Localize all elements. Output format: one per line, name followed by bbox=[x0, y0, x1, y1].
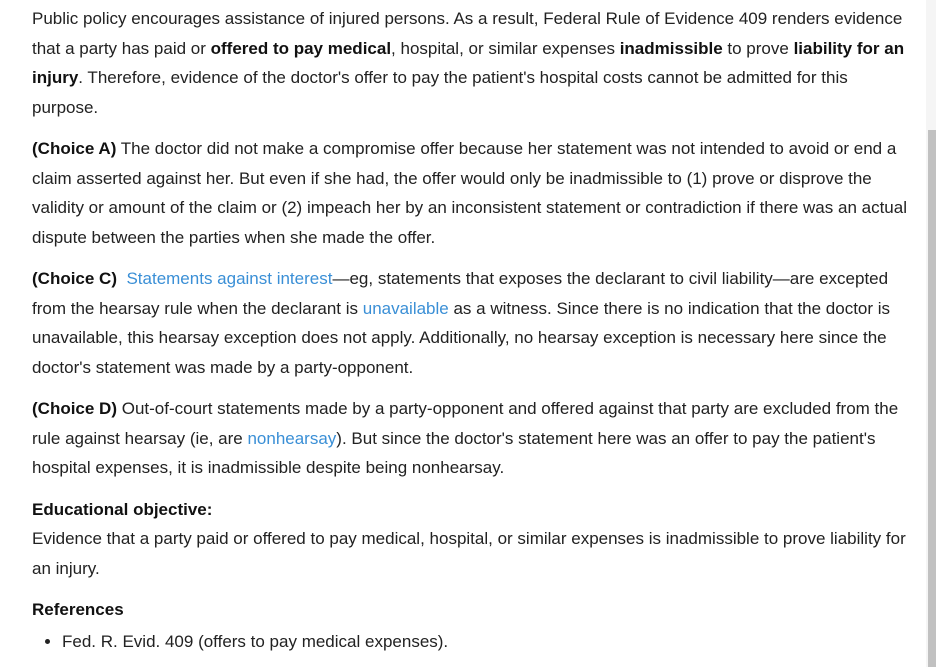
intro-text-3: to prove bbox=[722, 38, 794, 58]
educational-objective-text: Evidence that a party paid or offered to… bbox=[32, 529, 906, 578]
explanation-panel: Public policy encourages assistance of i… bbox=[32, 4, 908, 656]
choice-a-paragraph: (Choice A) The doctor did not make a com… bbox=[32, 134, 908, 252]
unavailable-link[interactable]: unavailable bbox=[363, 299, 449, 318]
intro-text-4: . Therefore, evidence of the doctor's of… bbox=[32, 68, 848, 117]
choice-a-text: The doctor did not make a compromise off… bbox=[32, 139, 907, 247]
statements-against-interest-link[interactable]: Statements against interest bbox=[126, 269, 332, 288]
references-list: Fed. R. Evid. 409 (offers to pay medical… bbox=[32, 627, 908, 657]
intro-paragraph: Public policy encourages assistance of i… bbox=[32, 4, 908, 122]
reference-item[interactable]: Fed. R. Evid. 409 (offers to pay medical… bbox=[62, 627, 908, 657]
references-section: References Fed. R. Evid. 409 (offers to … bbox=[32, 595, 908, 656]
choice-d-paragraph: (Choice D) Out-of-court statements made … bbox=[32, 394, 908, 483]
educational-objective-section: Educational objective: Evidence that a p… bbox=[32, 495, 908, 584]
choice-c-label: (Choice C) bbox=[32, 269, 117, 288]
nonhearsay-link[interactable]: nonhearsay bbox=[247, 429, 336, 448]
choice-d-label: (Choice D) bbox=[32, 399, 117, 418]
choice-c-paragraph: (Choice C) Statements against interest—e… bbox=[32, 264, 908, 382]
intro-bold-offered: offered to pay medical bbox=[210, 38, 392, 58]
scrollbar-thumb[interactable] bbox=[928, 130, 936, 667]
educational-objective-heading: Educational objective: bbox=[32, 499, 213, 519]
choice-a-label: (Choice A) bbox=[32, 139, 117, 158]
references-heading: References bbox=[32, 600, 124, 619]
intro-text-2: , hospital, or similar expenses bbox=[391, 38, 620, 58]
intro-bold-inadmissible: inadmissible bbox=[619, 38, 723, 58]
